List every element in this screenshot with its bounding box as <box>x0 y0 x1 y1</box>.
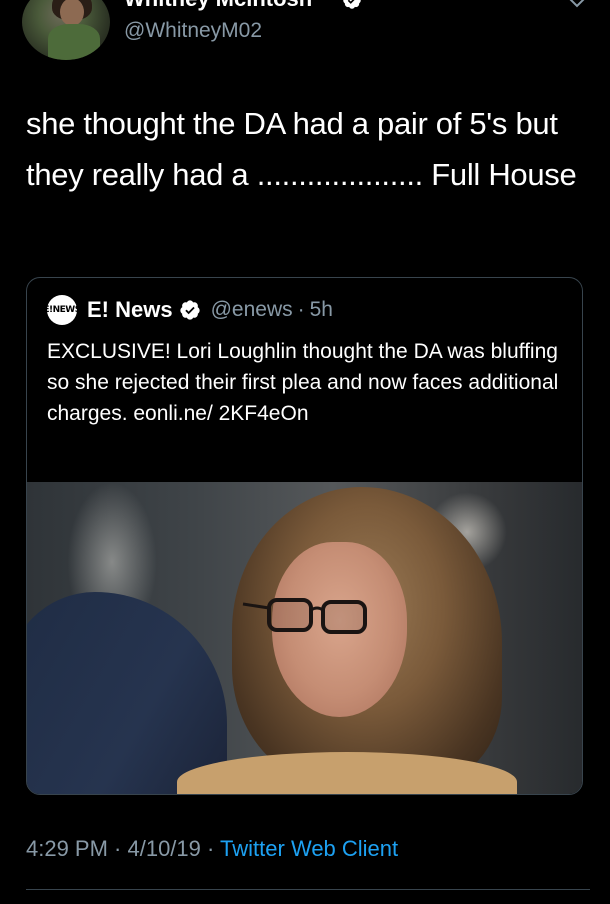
quoted-author-display-name[interactable]: E! News <box>87 297 173 323</box>
quoted-author-handle[interactable]: @enews <box>211 298 293 322</box>
avatar[interactable] <box>22 0 110 60</box>
photo-glasses <box>242 598 367 634</box>
author-display-name[interactable]: Whitney Mcintosh <box>124 0 312 12</box>
verified-badge-icon <box>179 300 200 320</box>
photo-suit <box>27 592 227 794</box>
author-handle[interactable]: @WhitneyM02 <box>124 19 262 43</box>
header-separator: · <box>297 298 305 321</box>
tweet-meta: 4:29 PM · 4/10/19 · Twitter Web Client <box>26 836 398 862</box>
avatar-face <box>60 0 84 26</box>
divider <box>26 889 590 890</box>
tweet-timestamp[interactable]: 4:29 PM · 4/10/19 · <box>26 836 220 861</box>
avatar-jacket <box>48 24 100 60</box>
tweet-text: she thought the DA had a pair of 5's but… <box>26 106 577 192</box>
quoted-tweet-card[interactable]: E!NEWS E! News @enews · 5h EXCLUSIVE! Lo… <box>26 277 583 795</box>
quoted-tweet-header: E!NEWS E! News @enews · 5h <box>43 294 333 326</box>
quoted-tweet-text: EXCLUSIVE! Lori Loughlin thought the DA … <box>47 340 559 425</box>
enews-logo-avatar[interactable]: E!NEWS <box>43 295 81 325</box>
chevron-down-icon[interactable] <box>566 0 588 12</box>
quoted-tweet-photo[interactable] <box>27 482 582 794</box>
quoted-tweet-age: 5h <box>309 298 333 321</box>
client-link[interactable]: Twitter Web Client <box>220 836 398 861</box>
verified-badge-icon <box>343 0 361 9</box>
